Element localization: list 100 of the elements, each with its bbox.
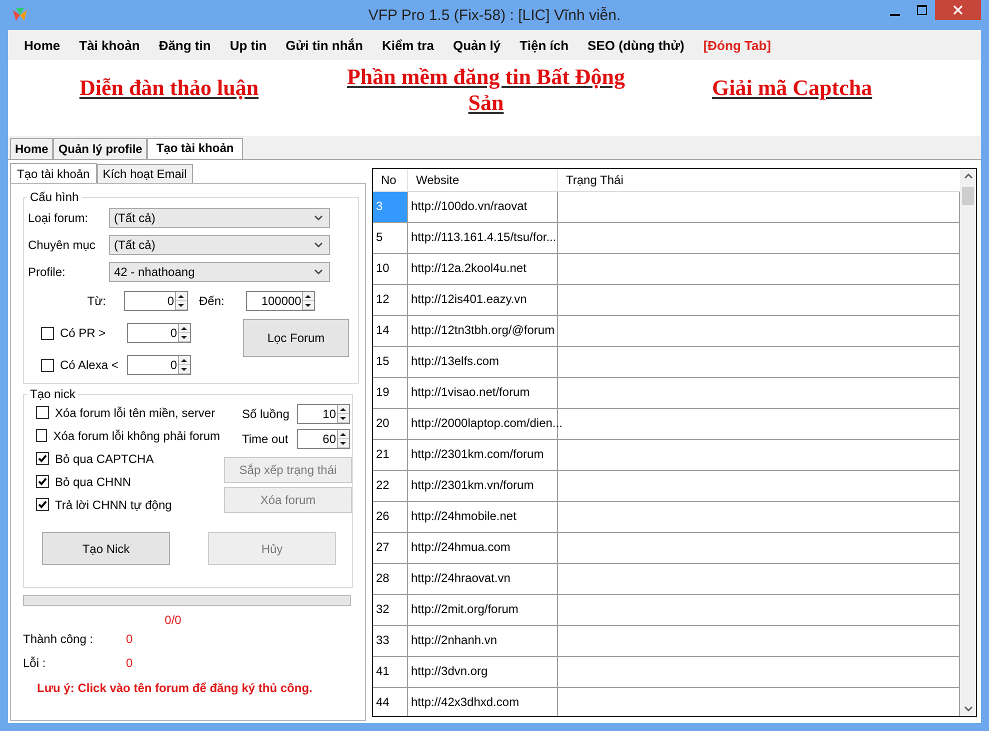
- checkbox[interactable]: Trả lời CHNN tự động: [36, 493, 220, 516]
- dropdown[interactable]: (Tất cả): [109, 208, 330, 228]
- number-spinner[interactable]: 100000: [246, 291, 316, 311]
- tab[interactable]: Quản lý profile: [53, 138, 148, 159]
- close-icon: [953, 5, 963, 15]
- table-cell: 19: [373, 378, 408, 408]
- field-label: Time out: [242, 432, 290, 446]
- banner-link[interactable]: Giải mã Captcha: [712, 75, 872, 101]
- table-cell: 3: [373, 192, 408, 222]
- table-cell[interactable]: http://12tn3tbh.org/@forum: [408, 316, 558, 346]
- checkbox[interactable]: Xóa forum lỗi tên miền, server: [36, 401, 220, 424]
- note-text: Lưu ý: Click vào tên forum để đăng ký thủ công.: [37, 681, 314, 695]
- create-nick-button[interactable]: Tạo Nick: [42, 532, 170, 565]
- table-cell[interactable]: http://2nhanh.vn: [408, 626, 558, 656]
- number-spinner[interactable]: 0: [127, 323, 191, 343]
- table-cell: 10: [373, 254, 408, 284]
- stat-label: Lỗi :: [23, 656, 47, 670]
- menu-item[interactable]: Gửi tin nhắn: [278, 38, 371, 52]
- minimize-icon: [890, 14, 900, 16]
- table-cell: 41: [373, 657, 408, 687]
- table-cell: 27: [373, 533, 408, 563]
- table-cell[interactable]: http://12is401.eazy.vn: [408, 285, 558, 315]
- table-cell: 28: [373, 564, 408, 594]
- table-cell: 26: [373, 502, 408, 532]
- checkbox[interactable]: Bỏ qua CHNN: [36, 470, 220, 493]
- table-cell[interactable]: http://2301km.com/forum: [408, 440, 558, 470]
- stat-value: 0: [126, 656, 133, 670]
- checkbox[interactable]: Có Alexa <: [41, 358, 127, 372]
- table-cell: 32: [373, 595, 408, 625]
- tab[interactable]: Kích hoạt Email: [96, 164, 193, 183]
- maximize-icon: [916, 5, 926, 15]
- number-spinner[interactable]: 60: [297, 428, 350, 448]
- group-title: Cấu hình: [29, 190, 80, 204]
- scroll-thumb[interactable]: [962, 187, 974, 205]
- stat-value: 0: [126, 632, 133, 646]
- menu-item[interactable]: Kiểm tra: [374, 38, 442, 52]
- field-label: Từ:: [86, 294, 106, 308]
- checkbox[interactable]: Bỏ qua CAPTCHA: [36, 447, 220, 470]
- checkmark-icon: [37, 476, 48, 487]
- stat-label: Thành công :: [23, 632, 94, 646]
- column-header[interactable]: Website: [408, 169, 558, 191]
- column-header[interactable]: Trạng Thái: [558, 169, 960, 191]
- tab[interactable]: Home: [10, 138, 54, 159]
- chevron-down-icon: [314, 268, 323, 274]
- menu-item[interactable]: Quản lý: [444, 38, 509, 52]
- number-spinner[interactable]: 0: [127, 355, 191, 375]
- menu-item[interactable]: Up tin: [222, 38, 275, 52]
- checkbox[interactable]: Có PR >: [41, 326, 127, 340]
- table-cell[interactable]: http://24hmua.com: [408, 533, 558, 563]
- field-label: Profile:: [28, 264, 66, 278]
- filter-button[interactable]: Lọc Forum: [243, 319, 349, 357]
- table-cell[interactable]: http://13elfs.com: [408, 347, 558, 377]
- tab[interactable]: Tạo tài khoản: [147, 138, 243, 159]
- app-logo-icon: [12, 7, 28, 23]
- number-spinner[interactable]: 0: [124, 291, 188, 311]
- table-cell[interactable]: http://24hraovat.vn: [408, 564, 558, 594]
- table-cell[interactable]: http://100do.vn/raovat: [408, 192, 558, 222]
- progress-counter: 0/0: [164, 613, 182, 627]
- table-cell[interactable]: http://42x3dhxd.com: [408, 688, 558, 716]
- table-cell[interactable]: http://2mit.org/forum: [408, 595, 558, 625]
- table-cell[interactable]: http://24hmobile.net: [408, 502, 558, 532]
- menu-item[interactable]: Đăng tin: [150, 38, 219, 52]
- close-button[interactable]: [935, 0, 981, 20]
- table-cell: 20: [373, 409, 408, 439]
- menu-item[interactable]: Tiện ích: [512, 38, 577, 52]
- menu-item[interactable]: Tài khoản: [71, 38, 148, 52]
- table-cell: 12: [373, 285, 408, 315]
- dropdown[interactable]: 42 - nhathoang: [109, 262, 330, 282]
- field-label: Số luồng: [242, 406, 290, 420]
- chevron-down-icon: [314, 214, 323, 220]
- checkmark-icon: [37, 453, 48, 464]
- field-label: Chuyên mục: [28, 238, 96, 252]
- field-label: Đến:: [199, 294, 224, 308]
- checkbox[interactable]: Xóa forum lỗi không phải forum: [36, 424, 220, 447]
- banner-link[interactable]: Diễn đàn thảo luận: [72, 75, 266, 101]
- table-cell: 5: [373, 223, 408, 253]
- menu-item[interactable]: [Đóng Tab]: [695, 38, 779, 52]
- table-cell[interactable]: http://3dvn.org: [408, 657, 558, 687]
- table-cell: 21: [373, 440, 408, 470]
- table-cell[interactable]: http://1visao.net/forum: [408, 378, 558, 408]
- table-cell: 22: [373, 471, 408, 501]
- dropdown[interactable]: (Tất cả): [109, 234, 330, 254]
- menu-item[interactable]: Home: [16, 38, 68, 52]
- table-cell: 14: [373, 316, 408, 346]
- window-title: VFP Pro 1.5 (Fix-58) : [LIC] Vĩnh viễn.: [367, 6, 622, 24]
- checkmark-icon: [37, 499, 48, 510]
- menu-item[interactable]: SEO (dùng thử): [580, 38, 692, 52]
- table-cell[interactable]: http://113.161.4.15/tsu/for...: [408, 223, 558, 253]
- table-cell[interactable]: http://12a.2kool4u.net: [408, 254, 558, 284]
- table-cell: 44: [373, 688, 408, 716]
- field-label: Loại forum:: [28, 210, 90, 224]
- group-title: Tạo nick: [29, 387, 76, 401]
- scroll-down-icon[interactable]: [964, 706, 972, 712]
- number-spinner[interactable]: 10: [297, 404, 350, 424]
- table-cell: 15: [373, 347, 408, 377]
- banner-link[interactable]: Phần mềm đăng tin Bất Động Sản: [336, 64, 636, 116]
- table-cell[interactable]: http://2301km.vn/forum: [408, 471, 558, 501]
- tab[interactable]: Tạo tài khoản: [10, 163, 97, 183]
- column-header[interactable]: No: [373, 169, 408, 191]
- scroll-up-icon[interactable]: [964, 173, 972, 179]
